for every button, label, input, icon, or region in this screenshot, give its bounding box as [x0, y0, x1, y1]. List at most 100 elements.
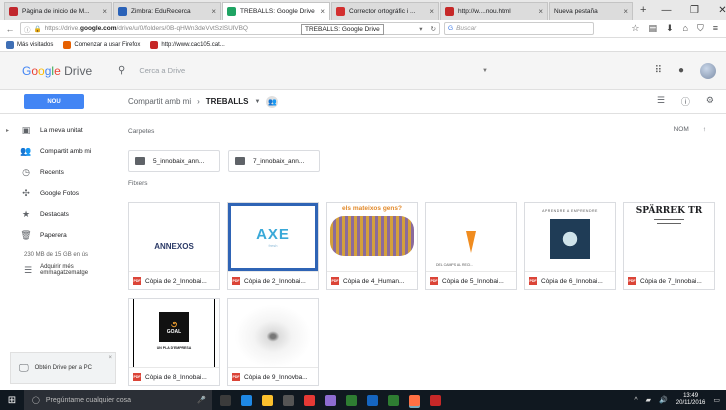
info-details-icon[interactable]: ⓘ — [681, 95, 690, 108]
sidebar-item[interactable]: ★ Destacats — [0, 204, 118, 225]
folder-item[interactable]: 7_innobaix_ann... — [228, 150, 320, 172]
window-controls: — ❐ ✕ — [652, 0, 726, 20]
taskbar-app-icon[interactable] — [220, 394, 231, 406]
folder-item[interactable]: 5_innobaix_ann... — [128, 150, 220, 172]
chevron-down-icon[interactable]: ▼ — [254, 99, 260, 105]
star-icon[interactable]: ☆ — [631, 23, 639, 34]
file-card[interactable]: ANNEXOS PDF Còpia de 2_Innobai... — [128, 202, 220, 290]
taskbar-app-icon[interactable] — [367, 394, 378, 406]
taskbar-app-icon[interactable] — [346, 394, 357, 406]
browser-tab[interactable]: TREBALLS: Google Drive × — [222, 2, 330, 20]
file-card[interactable]: els mateixos gens? PDF Còpia de 4_Human... — [326, 202, 418, 290]
file-name: Còpia de 9_Innovba... — [244, 373, 308, 381]
close-promo-icon[interactable]: × — [108, 355, 112, 361]
view-actions: ☰ ⓘ ⚙ — [657, 95, 726, 108]
taskbar-app-icon[interactable] — [409, 394, 420, 406]
sort-control[interactable]: NOM ↑ — [674, 126, 706, 133]
reading-list-icon[interactable]: ▤ — [648, 23, 657, 34]
pocket-icon[interactable]: ⛉ — [697, 23, 704, 34]
thumbnail-text: AXE — [256, 226, 290, 243]
bookmark-item[interactable]: Más visitados — [6, 40, 53, 49]
sidebar-item[interactable]: 👥 Compartit amb mi — [0, 141, 118, 162]
sidebar-item[interactable]: ✣ Google Fotos — [0, 183, 118, 204]
sidebar-item[interactable]: 🗑 Paperera — [0, 225, 118, 246]
tray-chevron-icon[interactable]: ^ — [634, 397, 637, 404]
tab-close-icon[interactable]: × — [102, 7, 107, 16]
url-bar[interactable]: ⓘ 🔒 https://drive.google.com/drive/u/0/f… — [20, 22, 440, 35]
avatar[interactable] — [700, 62, 716, 79]
taskbar-app-icon[interactable] — [304, 394, 315, 406]
bookmark-favicon-icon — [63, 40, 72, 49]
file-card[interactable]: AXE fresh PDF Còpia de 2_Innobai... — [227, 202, 319, 290]
maximize-icon[interactable]: ❐ — [680, 0, 708, 20]
sidebar-item[interactable]: ◷ Recents — [0, 162, 118, 183]
browser-tab[interactable]: Corrector ortográfic i ... × — [331, 2, 439, 20]
taskbar-app-icon[interactable] — [388, 394, 399, 406]
search-options-icon[interactable]: ▼ — [482, 68, 494, 74]
file-card[interactable]: ૭ GOAL UN PLA D'EMPRESA PDF Còpia de 8_Innob… — [128, 298, 220, 386]
get-drive-promo[interactable]: 🖵 Obtén Drive per a PC × — [10, 352, 116, 384]
shared-people-icon[interactable]: 👥 — [266, 95, 279, 108]
reload-icon[interactable]: ↻ — [431, 25, 436, 33]
browser-tab[interactable]: Zimbra: EduRecerca × — [113, 2, 221, 20]
dropdown-icon[interactable]: ▾ — [419, 25, 422, 33]
file-card[interactable]: DEL CAMPS AL RECI... PDF Còpia de 5_Innoba… — [425, 202, 517, 290]
taskbar-app-icon[interactable] — [325, 394, 336, 406]
sidebar-item[interactable]: ▸ ▣ La meva unitat — [0, 120, 118, 141]
file-thumbnail: SPÄRREK TR ▬▬▬▬▬▬▬▬▬▬ ▬▬▬▬▬▬▬▬ — [624, 203, 714, 271]
tab-close-icon[interactable]: × — [320, 7, 325, 16]
minimize-icon[interactable]: — — [652, 0, 680, 20]
browser-tab[interactable]: http://w....nou.html × — [440, 2, 548, 20]
expand-arrow-icon[interactable]: ▸ — [6, 127, 12, 134]
close-window-icon[interactable]: ✕ — [708, 0, 726, 20]
file-thumbnail: ૭ GOAL UN PLA D'EMPRESA — [129, 299, 219, 367]
tab-close-icon[interactable]: × — [429, 7, 434, 16]
file-card[interactable]: PDF Còpia de 9_Innovba... — [227, 298, 319, 386]
search-icon[interactable]: ⚲ — [118, 65, 125, 76]
taskbar-search-placeholder: Pregúntame cualquier cosa — [45, 396, 132, 404]
browser-tab-strip: Pàgina de inicio de M... × Zimbra: EduRece… — [0, 0, 726, 20]
tab-close-icon[interactable]: × — [538, 7, 543, 16]
drive-search-input[interactable]: ⚲ Cerca a Drive ▼ — [112, 59, 494, 83]
taskbar-search[interactable]: ◯ Pregúntame cualquier cosa 🎤 — [24, 390, 212, 410]
network-icon[interactable]: ▰ — [646, 396, 651, 404]
notifications-icon[interactable]: ● — [678, 65, 684, 76]
volume-icon[interactable]: 🔊 — [659, 396, 668, 404]
file-name: Còpia de 6_Innobai... — [541, 277, 603, 285]
google-drive-logo[interactable]: Google Drive — [0, 64, 108, 78]
new-button[interactable]: NOU — [24, 94, 84, 109]
microphone-icon[interactable]: 🎤 — [197, 396, 212, 404]
clock[interactable]: 13:49 20/11/2016 — [676, 393, 706, 407]
bookmark-item[interactable]: http://www.cac105.cat... — [150, 40, 225, 49]
browser-tab[interactable]: Pàgina de inicio de M... × — [4, 2, 112, 20]
taskbar-app-icon[interactable] — [283, 394, 294, 406]
apps-grid-icon[interactable]: ⠿ — [655, 65, 662, 76]
breadcrumb-current[interactable]: TREBALLS — [206, 97, 249, 106]
tab-favicon-icon — [9, 7, 18, 16]
file-card[interactable]: SPÄRREK TR ▬▬▬▬▬▬▬▬▬▬ ▬▬▬▬▬▬▬▬ PDF Còpia de … — [623, 202, 715, 290]
new-tab-button[interactable]: + — [634, 4, 652, 16]
tab-close-icon[interactable]: × — [211, 7, 216, 16]
browser-tab[interactable]: Nueva pestaña × — [549, 2, 633, 20]
thumbnail-border — [133, 299, 215, 367]
settings-gear-icon[interactable]: ⚙ — [706, 95, 714, 108]
windows-start-icon[interactable]: ⊞ — [0, 395, 24, 406]
buy-storage-link[interactable]: ☰ Adquirir més emmagatzematge — [0, 264, 118, 276]
bookmark-item[interactable]: Comenzar a usar Firefox — [63, 40, 140, 49]
menu-icon[interactable]: ≡ — [713, 23, 718, 34]
download-icon[interactable]: ⬇ — [666, 23, 674, 34]
tab-favicon-icon — [445, 7, 454, 16]
file-card[interactable]: APRENDRE A EMPRENDRE PDF Còpia de 6_Innoba… — [524, 202, 616, 290]
taskbar-app-icon[interactable] — [262, 394, 273, 406]
list-view-icon[interactable]: ☰ — [657, 95, 665, 108]
tab-close-icon[interactable]: × — [623, 7, 628, 16]
home-icon[interactable]: ⌂ — [683, 23, 688, 34]
back-icon[interactable]: ← — [4, 24, 16, 34]
browser-search-box[interactable]: G Buscar — [444, 22, 594, 35]
info-icon[interactable]: ⓘ — [24, 24, 31, 34]
notification-center-icon[interactable]: ▭ — [713, 396, 720, 404]
breadcrumb-parent[interactable]: Compartit amb mi — [128, 97, 191, 106]
taskbar-app-icon[interactable] — [241, 394, 252, 406]
sort-arrow-icon[interactable]: ↑ — [703, 126, 706, 133]
taskbar-app-icon[interactable] — [430, 394, 441, 406]
